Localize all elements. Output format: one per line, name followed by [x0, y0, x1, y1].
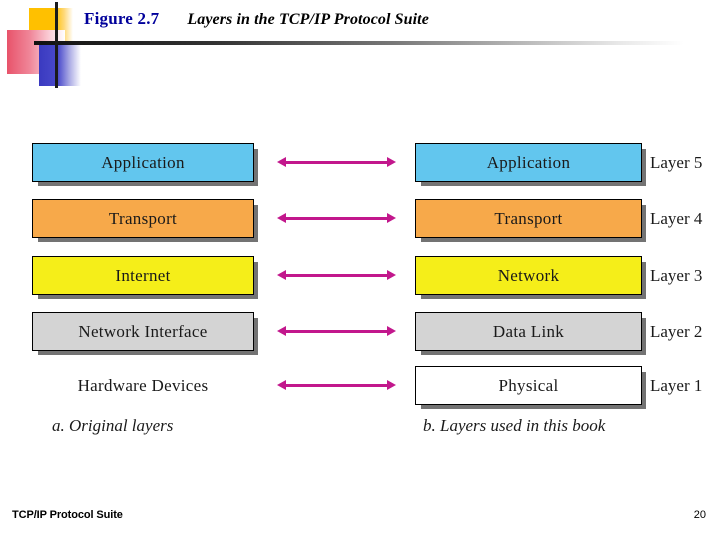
arrow-shaft — [283, 274, 390, 277]
arrow-head-right-icon — [387, 213, 396, 223]
arrow-row-3 — [277, 270, 396, 281]
layer-box-label: Application — [486, 152, 571, 172]
footer-title: TCP/IP Protocol Suite — [12, 509, 123, 521]
diagram-row: Internet Network Layer 3 — [0, 256, 720, 298]
layer-box-label: Transport — [494, 208, 563, 228]
layer-box-application-book: Application — [415, 143, 642, 182]
layer-box-label: Network Interface — [78, 321, 208, 341]
arrow-head-right-icon — [387, 380, 396, 390]
diagram-row: Application Application Layer 5 — [0, 143, 720, 185]
layer-number-label: Layer 2 — [650, 321, 703, 341]
layer-box-physical-book: Physical — [415, 366, 642, 405]
arrow-row-4 — [277, 326, 396, 337]
slide-canvas: Figure 2.7 Layers in the TCP/IP Protocol… — [0, 0, 720, 540]
layer-box-network-interface-original: Network Interface — [32, 312, 254, 351]
arrow-row-5 — [277, 380, 396, 391]
layer-box-label: Physical — [498, 375, 559, 395]
arrow-shaft — [283, 161, 390, 164]
diagram-row: Transport Transport Layer 4 — [0, 199, 720, 241]
layer-text-hardware-devices: Hardware Devices — [77, 375, 209, 395]
layer-box-internet-original: Internet — [32, 256, 254, 295]
layer-number-label: Layer 1 — [650, 375, 703, 395]
arrow-head-right-icon — [387, 157, 396, 167]
caption-book-layers: b. Layers used in this book — [423, 416, 606, 435]
layer-box-label: Transport — [108, 208, 178, 228]
layer-number-label: Layer 5 — [650, 152, 703, 172]
layer-box-transport-original: Transport — [32, 199, 254, 238]
diagram-body: Application Application Layer 5 Transpor… — [0, 0, 720, 540]
layer-number-label: Layer 3 — [650, 265, 703, 285]
arrow-row-2 — [277, 213, 396, 224]
layer-box-data-link-book: Data Link — [415, 312, 642, 351]
layer-box-label: Internet — [115, 265, 171, 285]
layer-box-network-book: Network — [415, 256, 642, 295]
arrow-shaft — [283, 217, 390, 220]
caption-original-layers: a. Original layers — [52, 416, 174, 435]
diagram-row: Network Interface Data Link Layer 2 — [0, 312, 720, 354]
page-number: 20 — [693, 509, 706, 521]
diagram-row: Hardware Devices Physical Layer 1 — [0, 366, 720, 408]
layer-box-transport-book: Transport — [415, 199, 642, 238]
layer-box-application-original: Application — [32, 143, 254, 182]
arrow-row-1 — [277, 157, 396, 168]
layer-number-label: Layer 4 — [650, 208, 703, 228]
arrow-head-right-icon — [387, 270, 396, 280]
layer-box-label: Data Link — [492, 321, 565, 341]
arrow-shaft — [283, 384, 390, 387]
arrow-shaft — [283, 330, 390, 333]
layer-box-label: Network — [497, 265, 560, 285]
arrow-head-right-icon — [387, 326, 396, 336]
layer-box-label: Application — [101, 152, 185, 172]
